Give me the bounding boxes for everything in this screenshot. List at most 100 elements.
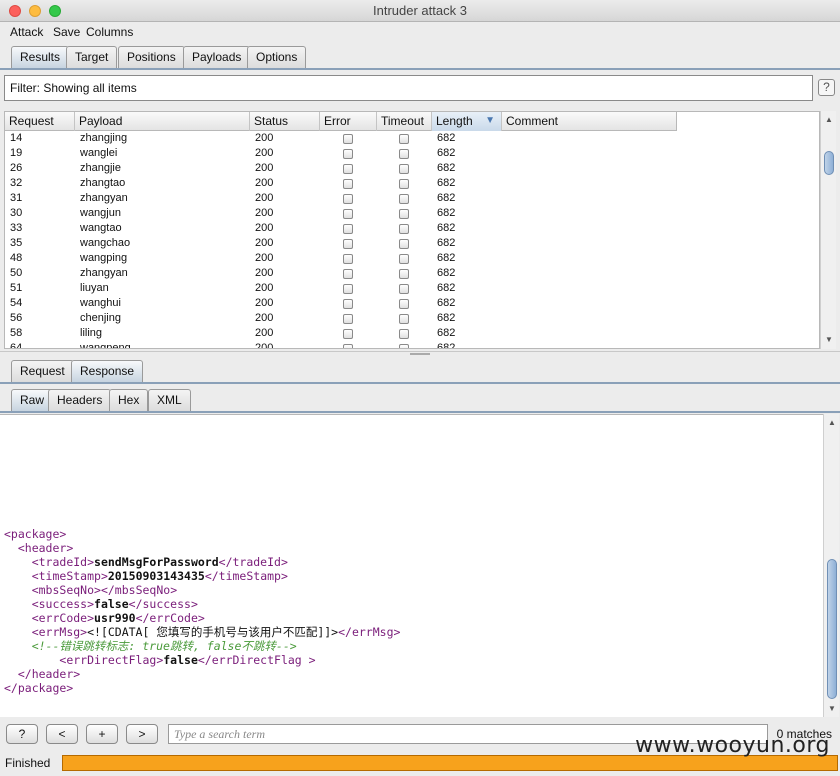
- table-row[interactable]: 32 zhangtao 200 682: [5, 176, 677, 191]
- filter-help-button[interactable]: ?: [818, 79, 835, 96]
- response-editor[interactable]: <package> <header> <tradeId>sendMsgForPa…: [0, 414, 823, 717]
- tab-headers[interactable]: Headers: [48, 389, 112, 411]
- add-option-button[interactable]: +: [86, 724, 118, 744]
- column-request[interactable]: Request: [5, 112, 75, 131]
- cell-length: 682: [437, 267, 456, 279]
- menu-columns[interactable]: Columns: [86, 25, 133, 39]
- tab-results[interactable]: Results: [11, 46, 70, 68]
- cell-status: 200: [255, 342, 274, 349]
- table-scrollbar[interactable]: ▲ ▼: [820, 111, 836, 349]
- cell-status: 200: [255, 237, 274, 249]
- column-error[interactable]: Error: [320, 112, 377, 131]
- error-checkbox[interactable]: [343, 299, 353, 309]
- table-row[interactable]: 31 zhangyan 200 682: [5, 191, 677, 206]
- cell-request: 30: [10, 207, 23, 219]
- response-scroll-up-icon[interactable]: ▲: [824, 416, 840, 430]
- cell-payload: zhangyan: [80, 192, 128, 204]
- timeout-checkbox[interactable]: [399, 329, 409, 339]
- timeout-checkbox[interactable]: [399, 269, 409, 279]
- tab-xml[interactable]: XML: [148, 389, 191, 411]
- tab-payloads[interactable]: Payloads: [183, 46, 251, 68]
- timeout-checkbox[interactable]: [399, 179, 409, 189]
- tab-options[interactable]: Options: [247, 46, 307, 68]
- table-row[interactable]: 56 chenjing 200 682: [5, 311, 677, 326]
- table-row[interactable]: 19 wanglei 200 682: [5, 146, 677, 161]
- timeout-checkbox[interactable]: [399, 299, 409, 309]
- error-checkbox[interactable]: [343, 239, 353, 249]
- tab-positions[interactable]: Positions: [118, 46, 185, 68]
- xml-errcode-close: </errCode>: [135, 611, 205, 625]
- scroll-up-icon[interactable]: ▲: [821, 113, 837, 127]
- status-label: Finished: [5, 756, 51, 770]
- error-checkbox[interactable]: [343, 224, 353, 234]
- timeout-checkbox[interactable]: [399, 149, 409, 159]
- table-row[interactable]: 35 wangchao 200 682: [5, 236, 677, 251]
- table-row[interactable]: 48 wangping 200 682: [5, 251, 677, 266]
- tab-target[interactable]: Target: [66, 46, 118, 68]
- error-checkbox[interactable]: [343, 164, 353, 174]
- table-scroll-thumb[interactable]: [824, 151, 834, 175]
- menu-save[interactable]: Save: [53, 25, 80, 39]
- table-row[interactable]: 33 wangtao 200 682: [5, 221, 677, 236]
- error-checkbox[interactable]: [343, 194, 353, 204]
- xml-errmsg-open: <errMsg>: [31, 625, 88, 639]
- tab-hex[interactable]: Hex: [109, 389, 149, 411]
- error-checkbox[interactable]: [343, 269, 353, 279]
- cell-status: 200: [255, 147, 274, 159]
- error-checkbox[interactable]: [343, 254, 353, 264]
- timeout-checkbox[interactable]: [399, 209, 409, 219]
- sort-descending-icon: ▼: [485, 115, 495, 126]
- next-match-button[interactable]: >: [126, 724, 158, 744]
- response-scroll-thumb[interactable]: [827, 559, 837, 699]
- timeout-checkbox[interactable]: [399, 344, 409, 348]
- error-checkbox[interactable]: [343, 329, 353, 339]
- column-timeout[interactable]: Timeout: [377, 112, 432, 131]
- table-row[interactable]: 26 zhangjie 200 682: [5, 161, 677, 176]
- filter-bar[interactable]: Filter: Showing all items: [4, 75, 813, 101]
- timeout-checkbox[interactable]: [399, 164, 409, 174]
- table-row[interactable]: 51 liuyan 200 682: [5, 281, 677, 296]
- error-checkbox[interactable]: [343, 209, 353, 219]
- cell-status: 200: [255, 177, 274, 189]
- column-payload[interactable]: Payload: [75, 112, 250, 131]
- tab-raw[interactable]: Raw: [11, 389, 54, 411]
- previous-match-button[interactable]: <: [46, 724, 78, 744]
- cell-status: 200: [255, 207, 274, 219]
- menu-attack[interactable]: Attack: [10, 25, 43, 39]
- tab-response[interactable]: Response: [71, 360, 144, 382]
- split-pane-divider[interactable]: [0, 351, 840, 356]
- table-row[interactable]: 54 wanghui 200 682: [5, 296, 677, 311]
- timeout-checkbox[interactable]: [399, 314, 409, 324]
- cell-payload: liling: [80, 327, 103, 339]
- response-scrollbar[interactable]: ▲ ▼: [823, 414, 839, 717]
- timeout-checkbox[interactable]: [399, 134, 409, 144]
- timeout-checkbox[interactable]: [399, 224, 409, 234]
- column-length[interactable]: Length ▼: [432, 112, 502, 131]
- column-comment[interactable]: Comment: [502, 112, 677, 131]
- table-row[interactable]: 14 zhangjing 200 682: [5, 131, 677, 146]
- error-checkbox[interactable]: [343, 134, 353, 144]
- error-checkbox[interactable]: [343, 179, 353, 189]
- error-checkbox[interactable]: [343, 314, 353, 324]
- column-status[interactable]: Status: [250, 112, 320, 131]
- timeout-checkbox[interactable]: [399, 239, 409, 249]
- error-checkbox[interactable]: [343, 344, 353, 348]
- view-tab-divider: [0, 411, 840, 413]
- response-scroll-down-icon[interactable]: ▼: [824, 702, 840, 716]
- timeout-checkbox[interactable]: [399, 194, 409, 204]
- search-help-button[interactable]: ?: [6, 724, 38, 744]
- table-row[interactable]: 58 liling 200 682: [5, 326, 677, 341]
- table-row[interactable]: 64 wangpeng 200 682: [5, 341, 677, 349]
- tab-request[interactable]: Request: [11, 360, 74, 382]
- timeout-checkbox[interactable]: [399, 284, 409, 294]
- xml-mbsseqno-close: </mbsSeqNo>: [100, 583, 178, 597]
- table-row[interactable]: 30 wangjun 200 682: [5, 206, 677, 221]
- timeout-checkbox[interactable]: [399, 254, 409, 264]
- scroll-down-icon[interactable]: ▼: [821, 333, 837, 347]
- cell-payload: zhangjing: [80, 132, 128, 144]
- table-row[interactable]: 50 zhangyan 200 682: [5, 266, 677, 281]
- error-checkbox[interactable]: [343, 284, 353, 294]
- cell-request: 19: [10, 147, 23, 159]
- error-checkbox[interactable]: [343, 149, 353, 159]
- xml-errdirectflag-open: <errDirectFlag>: [59, 653, 164, 667]
